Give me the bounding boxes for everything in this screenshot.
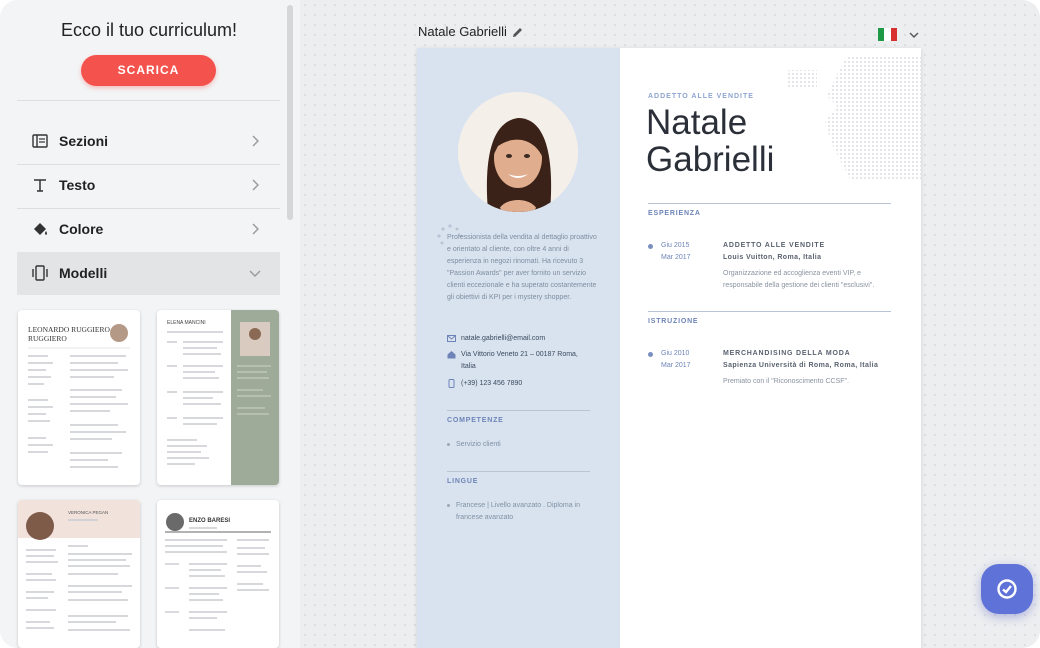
svg-text:RUGGIERO: RUGGIERO — [28, 334, 67, 343]
entry-end-date: Mar 2017 — [661, 362, 691, 369]
job-title: ADDETTO ALLE VENDITE — [648, 93, 754, 100]
app-window: Ecco il tuo curriculum! SCARICA Sezioni … — [0, 0, 1040, 648]
template-thumbnail[interactable]: VERONICA PEGAN — [18, 500, 140, 648]
chevron-right-icon — [252, 223, 259, 235]
italian-flag-icon[interactable] — [878, 28, 897, 41]
contact-text: (+39) 123 456 7890 — [461, 380, 523, 387]
template-preview: ELENA MANCINI — [167, 310, 279, 485]
languages-heading: LINGUE — [447, 478, 479, 485]
education-entry: Giu 2010 Mar 2017 MERCHANDISING DELLA MO… — [648, 349, 898, 409]
divider — [648, 311, 891, 312]
first-name: Natale — [646, 103, 748, 142]
divider — [447, 410, 590, 411]
candidate-name: Natale Gabrielli — [646, 104, 774, 178]
menu-label: Sezioni — [59, 133, 109, 149]
entry-organization: Sapienza Università di Roma, Roma, Itali… — [723, 362, 879, 369]
template-thumbnail[interactable]: LEONARDO RUGGIERO RUGGIERO — [18, 310, 140, 485]
templates-icon — [32, 265, 48, 281]
entry-description: Organizzazione ed accoglienza eventi VIP… — [723, 270, 875, 289]
last-name: Gabrielli — [646, 140, 775, 179]
text-icon — [34, 179, 46, 192]
chevron-down-icon[interactable] — [908, 29, 920, 41]
skills-heading: COMPETENZE — [447, 417, 504, 424]
menu-label: Testo — [59, 177, 96, 193]
menu-label: Colore — [59, 221, 104, 237]
editor-sidebar: Ecco il tuo curriculum! SCARICA Sezioni … — [0, 0, 300, 648]
entry-description: Premiato con il "Riconoscimento CCSF". — [723, 378, 849, 385]
profile-photo — [458, 92, 578, 212]
entry-title: MERCHANDISING DELLA MODA — [723, 350, 851, 357]
phone-icon — [448, 379, 455, 388]
sidebar-title: Ecco il tuo curriculum! — [60, 20, 238, 40]
template-name: ELENA MANCINI — [167, 320, 206, 326]
template-name: ENZO BARESI — [189, 518, 230, 524]
sidebar-scrollbar[interactable] — [287, 5, 293, 220]
sections-icon — [32, 134, 48, 148]
experience-heading: ESPERIENZA — [648, 210, 701, 217]
entry-organization: Louis Vuitton, Roma, Italia — [723, 254, 822, 261]
world-map-decoration — [787, 56, 921, 181]
template-thumbnail[interactable]: ENZO BARESI — [157, 500, 279, 648]
template-thumbnail[interactable]: ELENA MANCINI — [157, 310, 279, 485]
check-badge-icon — [997, 579, 1017, 599]
menu-item-modelli[interactable]: Modelli — [17, 252, 280, 295]
template-name: VERONICA PEGAN — [68, 510, 108, 515]
divider — [17, 100, 280, 101]
email-icon — [447, 335, 456, 342]
template-preview: VERONICA PEGAN — [18, 500, 140, 631]
menu-item-testo[interactable]: Testo — [17, 164, 280, 207]
divider — [447, 471, 590, 472]
contact-text: natale.gabrielli@email.com — [461, 335, 546, 342]
menu-item-colore[interactable]: Colore — [17, 208, 280, 251]
resume-canvas: Natale Gabrielli Professionista della ve… — [300, 0, 1040, 648]
chevron-right-icon — [252, 135, 259, 147]
timeline-dot — [648, 244, 653, 249]
education-heading: ISTRUZIONE — [648, 318, 699, 325]
entry-title: ADDETTO ALLE VENDITE — [723, 242, 825, 249]
home-icon — [447, 351, 456, 359]
document-name[interactable]: Natale Gabrielli — [418, 24, 507, 39]
contact-text: Via Vittorio Veneto 21 – 00187 Roma, Ita… — [461, 351, 578, 370]
resume-page[interactable]: Professionista della vendita al dettagli… — [417, 48, 921, 648]
chevron-down-icon — [249, 270, 261, 277]
template-preview: LEONARDO RUGGIERO RUGGIERO — [28, 324, 130, 468]
template-preview: ENZO BARESI — [165, 513, 271, 631]
entry-start-date: Giu 2015 — [661, 242, 690, 249]
divider — [648, 203, 891, 204]
entry-end-date: Mar 2017 — [661, 254, 691, 261]
template-name: LEONARDO RUGGIERO — [28, 325, 110, 334]
pencil-icon[interactable] — [511, 26, 524, 39]
timeline-dot — [648, 352, 653, 357]
menu-item-sezioni[interactable]: Sezioni — [17, 120, 280, 163]
chevron-right-icon — [252, 179, 259, 191]
menu-label: Modelli — [59, 265, 108, 281]
profile-summary: Professionista della vendita al dettagli… — [447, 234, 597, 301]
paint-bucket-icon — [34, 223, 47, 235]
download-button[interactable]: SCARICA — [81, 55, 216, 86]
resume-left-column: Professionista della vendita al dettagli… — [417, 48, 620, 648]
help-chat-button[interactable] — [981, 564, 1033, 614]
entry-start-date: Giu 2010 — [661, 350, 690, 357]
experience-entry: Giu 2015 Mar 2017 ADDETTO ALLE VENDITE L… — [648, 241, 898, 301]
